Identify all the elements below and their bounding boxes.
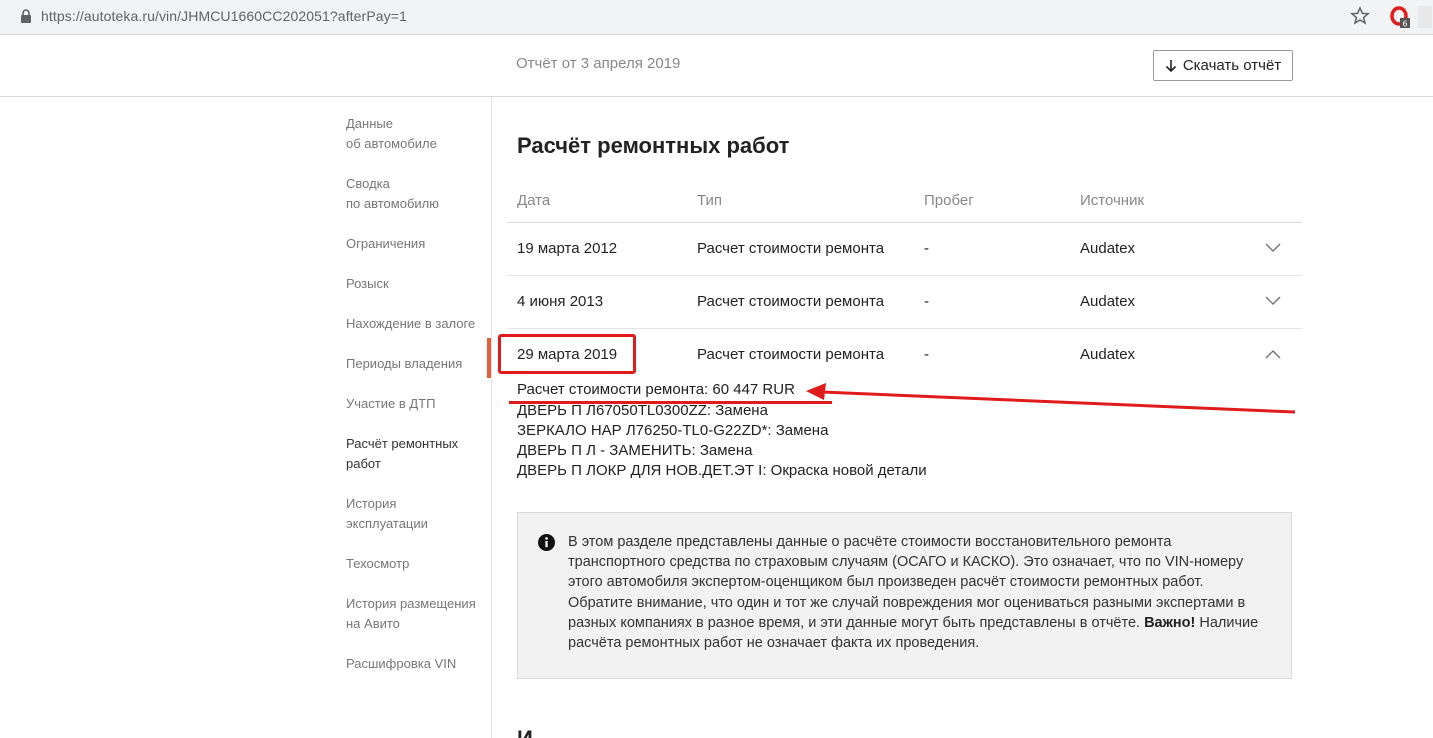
extension-badge: 6 xyxy=(1402,20,1407,29)
date-highlight-annotation xyxy=(498,334,636,374)
sidebar-item-ownership[interactable]: Периоды владения xyxy=(346,354,486,374)
sidebar-item-pledge[interactable]: Нахождение в залоге xyxy=(346,314,486,334)
row-source: Audatex xyxy=(1080,346,1136,363)
column-type: Тип xyxy=(697,192,723,209)
sidebar-item-restrictions[interactable]: Ограничения xyxy=(346,234,486,254)
row-type: Расчет стоимости ремонта xyxy=(697,346,885,363)
row-mileage: - xyxy=(924,346,929,363)
info-icon xyxy=(538,534,555,551)
download-arrow-icon xyxy=(1165,59,1176,72)
chevron-down-icon[interactable] xyxy=(1265,243,1281,253)
bookmark-star-icon[interactable] xyxy=(1350,6,1370,26)
red-arrow-annotation xyxy=(806,383,1296,414)
url-text[interactable]: https://autoteka.ru/vin/JHMCU1660CC20205… xyxy=(41,8,407,24)
row-source: Audatex xyxy=(1080,293,1136,310)
row-mileage: - xyxy=(924,240,929,257)
chevron-up-icon[interactable] xyxy=(1265,349,1281,359)
repair-detail-line: ЗЕРКАЛО НАР Л76250-TL0-G22ZD*: Замена xyxy=(517,422,829,439)
sidebar-nav: Данные об автомобиле Сводка по автомобилю … xyxy=(0,97,492,738)
table-header: Дата Тип Пробег Источник xyxy=(507,185,1302,223)
sidebar-item-repair-calc[interactable]: Расчёт ремонтных работ xyxy=(346,434,486,474)
opera-extension-icon[interactable]: 6 xyxy=(1390,6,1410,28)
info-box: В этом разделе представлены данные о рас… xyxy=(517,512,1292,679)
sidebar-item-accidents[interactable]: Участие в ДТП xyxy=(346,394,486,414)
sidebar-item-summary[interactable]: Сводка по автомобилю xyxy=(346,174,486,214)
column-mileage: Пробег xyxy=(924,192,974,209)
table-row[interactable]: 19 марта 2012 Расчет стоимости ремонта -… xyxy=(507,223,1302,276)
sidebar-item-car-data[interactable]: Данные об автомобиле xyxy=(346,114,486,154)
row-date: 4 июня 2013 xyxy=(517,293,604,310)
repair-cost-total: Расчет стоимости ремонта: 60 447 RUR xyxy=(517,381,795,398)
sidebar-item-usage-history[interactable]: История эксплуатации xyxy=(346,494,486,534)
lock-icon xyxy=(21,9,31,23)
row-mileage: - xyxy=(924,293,929,310)
page-header: Отчёт от 3 апреля 2019 Скачать отчёт xyxy=(0,35,1433,97)
extension-icon[interactable] xyxy=(1418,6,1432,28)
download-report-button[interactable]: Скачать отчёт xyxy=(1153,50,1293,81)
browser-address-bar: https://autoteka.ru/vin/JHMCU1660CC20205… xyxy=(0,0,1433,35)
next-section-title: И xyxy=(517,726,533,738)
row-type: Расчет стоимости ремонта xyxy=(697,293,885,310)
chevron-down-icon[interactable] xyxy=(1265,296,1281,306)
important-label: Важно! xyxy=(1144,614,1196,631)
column-date: Дата xyxy=(517,192,551,209)
column-source: Источник xyxy=(1080,192,1145,209)
sidebar-item-avito-history[interactable]: История размещения на Авито xyxy=(346,594,486,634)
cost-underline-annotation xyxy=(509,401,832,404)
row-date: 19 марта 2012 xyxy=(517,240,618,257)
repair-detail-line: ДВЕРЬ П Л - ЗАМЕНИТЬ: Замена xyxy=(517,442,753,459)
sidebar-item-inspection[interactable]: Техосмотр xyxy=(346,554,486,574)
row-type: Расчет стоимости ремонта xyxy=(697,240,885,257)
report-date: Отчёт от 3 апреля 2019 xyxy=(516,55,681,72)
active-nav-indicator xyxy=(487,338,491,378)
row-source: Audatex xyxy=(1080,240,1136,257)
table-row[interactable]: 4 июня 2013 Расчет стоимости ремонта - A… xyxy=(507,276,1302,329)
download-label: Скачать отчёт xyxy=(1182,57,1282,74)
sidebar-item-wanted[interactable]: Розыск xyxy=(346,274,486,294)
section-title: Расчёт ремонтных работ xyxy=(517,133,790,158)
info-text: В этом разделе представлены данные о рас… xyxy=(568,534,1259,652)
sidebar-item-vin-decode[interactable]: Расшифровка VIN xyxy=(346,654,486,674)
repair-detail-line: ДВЕРЬ П ЛОКР ДЛЯ НОВ.ДЕТ.ЭТ I: Окраска н… xyxy=(517,462,927,479)
repair-detail-line: ДВЕРЬ П Л67050TL0300ZZ: Замена xyxy=(517,402,768,419)
